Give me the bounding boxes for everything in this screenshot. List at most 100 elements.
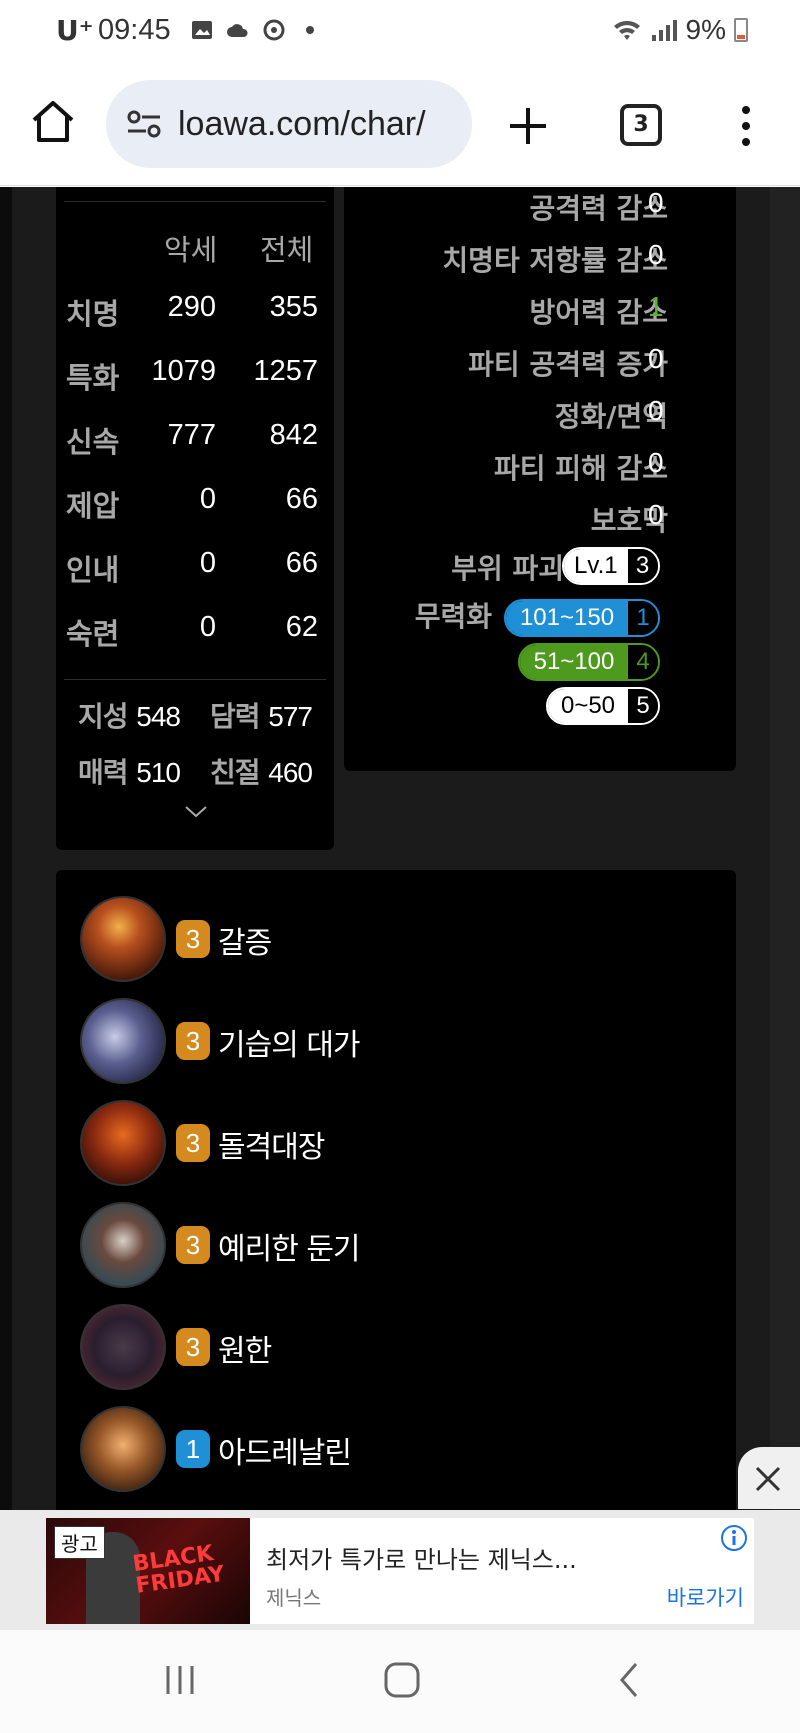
chevron-down-icon[interactable] (184, 805, 208, 819)
engraving-name: 원한 (218, 1334, 272, 1369)
stat-accessory-value: 0 (199, 611, 216, 643)
engraving-item[interactable]: 3 갈증 (80, 896, 680, 982)
divider (64, 201, 326, 202)
battery-icon (734, 18, 748, 42)
ad-image-text: BLACK FRIDAY (131, 1541, 227, 1599)
stat-total-value: 66 (285, 483, 318, 515)
wifi-icon (613, 20, 640, 40)
signal-icon (651, 20, 677, 41)
stagger-tier-badge: 0~50 5 (546, 687, 660, 725)
ad-source: 제닉스 (266, 1586, 322, 1610)
engraving-item[interactable]: 3 기습의 대가 (80, 998, 680, 1084)
engraving-item[interactable]: 1 아드레날린 (80, 1406, 680, 1492)
stat-row: 특화 1079 1257 (56, 355, 334, 419)
effect-value: 1 (648, 291, 664, 322)
info-icon[interactable] (720, 1524, 748, 1552)
base-stat: 담력 577 (210, 700, 313, 733)
stat-label: 치명 (66, 297, 120, 331)
home-button[interactable] (28, 96, 78, 146)
effect-value: 0 (648, 239, 664, 270)
right-edge (770, 187, 800, 1510)
engraving-name: 기습의 대가 (218, 1028, 361, 1063)
ad-image[interactable]: BLACK FRIDAY 광고 (46, 1518, 250, 1624)
ad-tag: 광고 (54, 1526, 105, 1559)
effect-label: 파티 공격력 증가 (468, 348, 668, 381)
stat-total-value: 1257 (253, 355, 318, 387)
cloud-icon (227, 24, 248, 37)
ad-title[interactable]: 최저가 특가로 만나는 제닉스... (266, 1540, 577, 1575)
stat-row: 제압 0 66 (56, 483, 334, 547)
engraving-level-badge: 3 (176, 1226, 210, 1264)
engraving-item[interactable]: 3 돌격대장 (80, 1100, 680, 1186)
more-menu-icon[interactable] (736, 104, 756, 148)
url-text: loawa.com/char/ (178, 104, 426, 143)
engraving-item[interactable]: 3 예리한 둔기 (80, 1202, 680, 1288)
ad-banner: BLACK FRIDAY 광고 최저가 특가로 만나는 제닉스... 제닉스 바… (0, 1510, 800, 1630)
notification-icons (190, 18, 322, 42)
accessory-header: 악세 (164, 233, 218, 267)
stagger-tier-badge: 51~100 4 (518, 643, 660, 681)
recent-apps-button[interactable] (160, 1660, 200, 1700)
dot-icon (306, 26, 314, 34)
stat-row: 신속 777 842 (56, 419, 334, 483)
part-break-label: 부위 파괴 (451, 552, 564, 585)
site-settings-icon[interactable] (126, 109, 162, 139)
stat-total-value: 842 (269, 419, 318, 451)
left-edge (0, 187, 12, 1510)
stat-total-value: 66 (285, 547, 318, 579)
stat-row: 인내 0 66 (56, 547, 334, 611)
tab-switcher-button[interactable]: 3 (620, 104, 662, 146)
stat-label: 인내 (66, 553, 120, 587)
effect-value: 0 (648, 343, 664, 374)
effect-label: 파티 피해 감소 (493, 452, 668, 485)
adrenaline-icon (80, 1406, 166, 1492)
engraving-level-badge: 1 (176, 1430, 210, 1468)
stat-accessory-value: 1079 (151, 355, 216, 387)
ad-card[interactable]: BLACK FRIDAY 광고 최저가 특가로 만나는 제닉스... 제닉스 바… (46, 1518, 754, 1624)
engraving-name: 예리한 둔기 (218, 1232, 361, 1267)
close-ad-button[interactable] (738, 1447, 800, 1509)
base-stat: 친절 460 (210, 756, 313, 789)
total-header: 전체 (260, 233, 314, 267)
stat-accessory-value: 290 (167, 291, 216, 323)
engraving-item[interactable]: 3 원한 (80, 1304, 680, 1390)
master-ambusher-icon (80, 998, 166, 1084)
stat-accessory-value: 777 (167, 419, 216, 451)
engraving-name: 돌격대장 (218, 1130, 325, 1165)
back-button[interactable] (610, 1660, 650, 1700)
carrier-label: U⁺ (56, 14, 94, 47)
stat-row: 치명 290 355 (56, 291, 334, 355)
engraving-name: 갈증 (218, 926, 272, 961)
effect-value: 0 (648, 447, 664, 478)
new-tab-button[interactable] (506, 104, 550, 148)
divider (64, 679, 326, 680)
ad-cta-link[interactable]: 바로가기 (667, 1582, 744, 1612)
stat-total-value: 62 (285, 611, 318, 643)
stat-label: 제압 (66, 489, 120, 523)
battery-percent: 9% (685, 14, 726, 45)
system-nav-bar (0, 1630, 800, 1733)
stat-total-value: 355 (269, 291, 318, 323)
stat-label: 숙련 (66, 617, 120, 651)
keen-blunt-weapon-icon (80, 1202, 166, 1288)
stat-label: 특화 (66, 361, 120, 395)
base-stat: 지성 548 (78, 700, 181, 733)
base-stat: 매력 510 (78, 756, 181, 789)
effect-label: 치명타 저항률 감소 (442, 244, 668, 277)
gallery-icon (192, 21, 212, 39)
raid-captain-icon (80, 1100, 166, 1186)
engraving-level-badge: 3 (176, 1328, 210, 1366)
engravings-panel: 3 갈증 3 기습의 대가 3 돌격대장 3 예리한 둔기 3 원한 1 아드레… (56, 870, 736, 1510)
combat-stats-panel: 악세 전체 치명 290 355 특화 1079 1257 신속 777 842… (56, 187, 334, 850)
sync-icon (263, 19, 285, 41)
engraving-name: 아드레날린 (218, 1436, 352, 1471)
grudge-icon (80, 1304, 166, 1390)
thirst-icon (80, 896, 166, 982)
browser-toolbar: loawa.com/char/ 3 (0, 64, 800, 186)
address-bar[interactable]: loawa.com/char/ (106, 80, 472, 168)
home-nav-button[interactable] (382, 1660, 422, 1700)
stat-accessory-value: 0 (199, 483, 216, 515)
page-content: 악세 전체 치명 290 355 특화 1079 1257 신속 777 842… (0, 187, 800, 1510)
clock: 09:45 (98, 14, 171, 46)
effect-value: 0 (648, 499, 664, 530)
